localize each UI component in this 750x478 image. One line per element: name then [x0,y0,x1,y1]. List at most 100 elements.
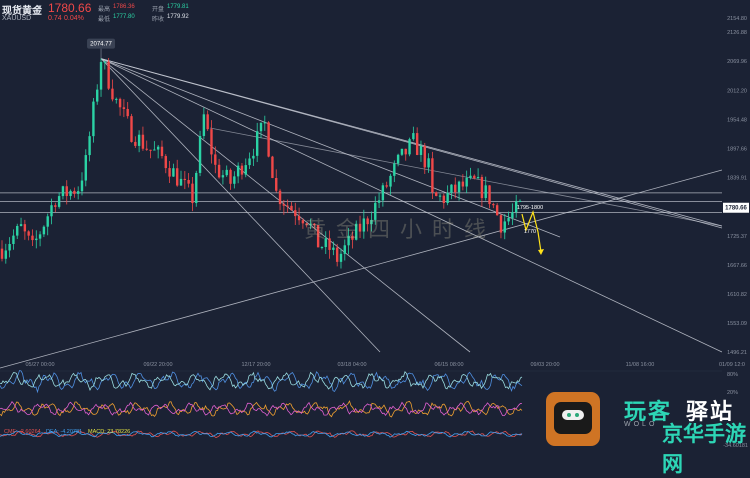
candle-body [206,114,209,130]
open-label: 开盘 [152,7,165,13]
price-change: 0.74 [48,15,62,22]
gamepad-icon [546,392,600,446]
candle-body [172,168,175,177]
instrument-symbol: XAUUSD [2,15,32,22]
candle-body [195,172,198,204]
y-tick-label: 1839.91 [727,176,747,182]
candle-body [99,62,103,90]
x-tick-label: 11/08 16:00 [626,362,655,368]
candle-body [4,250,8,259]
y-tick-label: 1667.66 [727,263,747,269]
candle-body [469,175,472,178]
indicator-readout: MACD: 23.78226 [88,429,130,435]
candle-body [69,190,72,197]
candle-body [221,175,225,178]
candle-body [31,235,34,241]
candle-body [233,176,236,184]
candle-body [263,122,267,124]
candle-body [415,133,419,155]
y-tick-label: 2154.80 [727,16,747,22]
candle-body [54,205,57,207]
candle-body [438,195,442,197]
candle-body [23,224,27,232]
low-label: 最低 [98,17,111,23]
candle-body [252,155,255,159]
candle-body [275,177,278,191]
candle-body [141,134,145,149]
candle-body [335,247,339,262]
candle-body [42,226,46,235]
trend-line [100,58,723,353]
trend-line [100,58,471,353]
candle-body [457,181,461,193]
candle-body [297,216,301,221]
y-tick-label: 1496.21 [727,350,747,356]
candle-body [290,205,293,211]
candle-body [431,158,434,193]
candle-body [134,141,137,146]
candle-body [0,248,4,259]
candle-body [229,169,232,184]
candle-body [435,192,438,196]
candle-body [156,146,160,150]
candle-body [19,224,23,226]
candle-body [278,190,282,205]
candle-body [518,200,522,202]
candle-body [46,216,49,227]
candle-body [236,165,240,177]
indicator-level-label: 80% [727,372,738,378]
x-tick-label: 01/09 12:0 [719,362,745,368]
candle-body [271,156,274,178]
candle-body [332,247,335,250]
y-tick-label: 1610.82 [727,292,747,298]
candle-body [16,225,19,236]
annotation-label: 1795-1800 [517,205,543,211]
candle-body [130,116,133,142]
candle-body [473,175,476,179]
chevron-down-icon[interactable]: ▾ [38,3,42,11]
candle-body [454,184,457,193]
candle-body [122,107,126,109]
candlestick-chart[interactable]: 黄金四小时线 2154.80 2126.88 2069.96 2012.20 1954.… [0,0,750,450]
arrow-down-icon [538,249,544,255]
candle-body [427,158,430,168]
trend-line [100,58,381,353]
candle-body [115,98,118,100]
x-tick-label: 03/18 04:00 [337,362,366,368]
candle-body [377,200,381,203]
candle-body [96,89,99,102]
candle-body [57,196,61,207]
logo-text-4: 京华手游网 [662,422,746,476]
x-tick-label: 12/17 20:00 [241,362,270,368]
candle-body [503,221,506,233]
indicator-readout: CMF: -2.60264 [4,429,41,435]
candle-body [103,61,107,63]
candle-body [168,168,171,177]
candle-body [244,165,247,175]
current-price-label: 1780.66 [725,206,747,212]
candle-body [412,133,415,140]
candle-body [507,218,510,222]
candle-body [210,129,213,155]
chart-canvas[interactable]: 黄金四小时线 2154.80 2126.88 2069.96 2012.20 1954.… [0,0,750,450]
candle-body [381,185,385,201]
candle-body [160,146,164,157]
candle-body [149,149,152,151]
site-logo: 玩客 驿站 WOLO 京华手游网 [546,392,748,476]
candle-body [294,210,297,217]
candle-body [202,114,206,136]
high-value: 1786.36 [113,4,135,10]
candle-body [286,205,289,207]
candle-body [476,177,480,179]
candle-body [259,122,263,132]
candle-body [465,177,468,187]
candle-body [492,204,495,206]
candle-body [176,168,179,186]
y-tick-label: 1897.66 [727,146,747,152]
candle-body [191,183,194,204]
candle-body [282,204,286,206]
candle-body [423,145,426,168]
candle-body [217,164,221,178]
candle-body [484,185,487,199]
open-value: 1779.81 [167,4,189,10]
